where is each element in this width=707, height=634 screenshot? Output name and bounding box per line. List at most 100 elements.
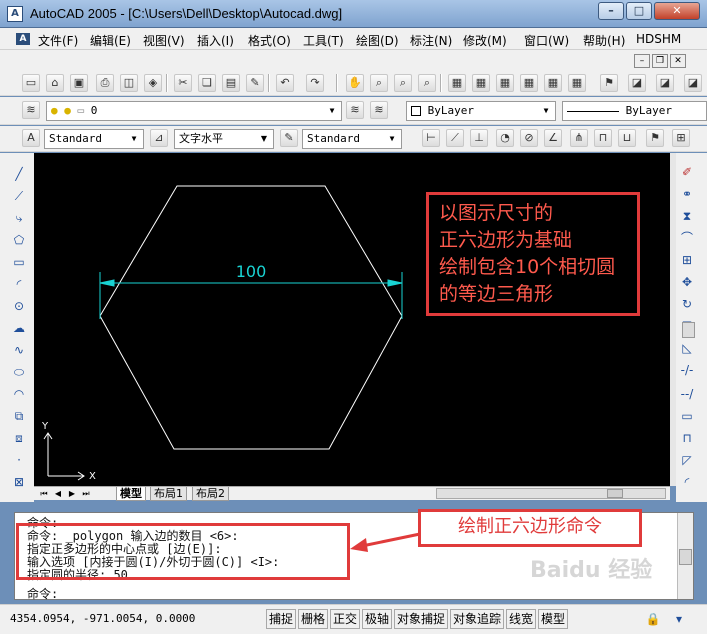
layer-select[interactable]: ● ● ▭ 0 ▼ xyxy=(46,101,342,121)
rotate-icon[interactable]: ↻ xyxy=(678,295,696,313)
trim-icon[interactable]: -/- xyxy=(678,361,696,379)
lock-icon[interactable]: 🔒 xyxy=(644,610,662,628)
diameter-dimension-icon[interactable]: ⊘ xyxy=(520,129,538,147)
menu-tools[interactable]: 工具(T) xyxy=(303,32,344,49)
arc-icon[interactable]: ◜ xyxy=(10,275,28,293)
construction-line-icon[interactable]: ⟋ xyxy=(10,187,28,205)
join-icon[interactable]: ⊓ xyxy=(678,429,696,447)
tab-layout2[interactable]: 布局2 xyxy=(192,487,229,501)
publish-icon[interactable]: ◈ xyxy=(144,74,162,92)
quick-dimension-icon[interactable]: ⋔ xyxy=(570,129,588,147)
rectangle-icon[interactable]: ▭ xyxy=(10,253,28,271)
color-select[interactable]: ByLayer ▼ xyxy=(406,101,556,121)
match-properties-icon[interactable]: ✎ xyxy=(246,74,264,92)
save-icon[interactable]: ▣ xyxy=(70,74,88,92)
document-icon[interactable]: A xyxy=(16,33,30,45)
offset-icon[interactable]: ⌒ xyxy=(678,229,696,247)
otrack-toggle[interactable]: 对象追踪 xyxy=(450,609,505,629)
linear-dimension-icon[interactable]: ⊢ xyxy=(422,129,440,147)
mdi-restore-icon[interactable]: ❐ xyxy=(652,54,668,68)
menu-dimension[interactable]: 标注(N) xyxy=(410,32,452,49)
dim-edit-icon[interactable]: ⊞ xyxy=(672,129,690,147)
text-mode-select[interactable]: 文字水平 ▼ xyxy=(174,129,274,149)
circle-icon[interactable]: ⊙ xyxy=(10,297,28,315)
vertical-scrollbar[interactable] xyxy=(670,153,676,486)
command-prompt[interactable]: 命令: xyxy=(27,585,58,602)
command-scrollbar-thumb[interactable] xyxy=(679,549,692,565)
scrollbar-thumb[interactable] xyxy=(682,322,695,338)
properties-icon[interactable]: ▦ xyxy=(448,74,466,92)
hexagon[interactable] xyxy=(99,185,403,450)
command-scrollbar[interactable] xyxy=(677,513,693,599)
array-icon[interactable]: ⊞ xyxy=(678,251,696,269)
fillet-icon[interactable]: ◜ xyxy=(678,473,696,491)
stretch-icon[interactable]: ◺ xyxy=(678,339,696,357)
mdi-close-icon[interactable]: ✕ xyxy=(670,54,686,68)
next-tab-icon[interactable]: ▶ xyxy=(66,488,78,500)
tolerance-icon[interactable]: ⚑ xyxy=(646,129,664,147)
lineweight-toggle[interactable]: 线宽 xyxy=(506,609,537,629)
calculator-icon[interactable]: ▦ xyxy=(568,74,586,92)
zoom-previous-icon[interactable]: ⌕ xyxy=(418,74,436,92)
line-icon[interactable]: ╱ xyxy=(10,165,28,183)
maximize-button[interactable]: □ xyxy=(626,2,652,20)
cut-icon[interactable]: ✂ xyxy=(174,74,192,92)
chamfer-icon[interactable]: ◸ xyxy=(678,451,696,469)
undo-icon[interactable]: ↶ xyxy=(276,74,294,92)
angular-dimension-icon[interactable]: ∠ xyxy=(544,129,562,147)
menu-view[interactable]: 视图(V) xyxy=(143,32,185,49)
spline-icon[interactable]: ∿ xyxy=(10,341,28,359)
zoom-realtime-icon[interactable]: ⌕ xyxy=(370,74,388,92)
mdi-minimize-icon[interactable]: – xyxy=(634,54,650,68)
hatch-icon[interactable]: ⊠ xyxy=(10,473,28,491)
make-object-layer-current-icon[interactable]: ≋ xyxy=(346,101,364,119)
minimize-button[interactable]: – xyxy=(598,2,624,20)
layer-previous-icon[interactable]: ≋ xyxy=(370,101,388,119)
polar-toggle[interactable]: 极轴 xyxy=(362,609,393,629)
make-block-icon[interactable]: ⧈ xyxy=(10,429,28,447)
dimension-style-icon[interactable]: ⊿ xyxy=(150,129,168,147)
new-icon[interactable]: ▭ xyxy=(22,74,40,92)
menu-window[interactable]: 窗口(W) xyxy=(524,32,569,49)
first-tab-icon[interactable]: ⏮ xyxy=(38,488,50,500)
grid-toggle[interactable]: 栅格 xyxy=(298,609,329,629)
linetype-select[interactable]: ByLayer xyxy=(562,101,707,121)
snap-toggle[interactable]: 捕捉 xyxy=(266,609,297,629)
tab-layout1[interactable]: 布局1 xyxy=(150,487,187,501)
radius-dimension-icon[interactable]: ◔ xyxy=(496,129,514,147)
menu-edit[interactable]: 编辑(E) xyxy=(90,32,131,49)
layer-manager-icon[interactable]: ≋ xyxy=(22,101,40,119)
menu-format[interactable]: 格式(O) xyxy=(248,32,291,49)
tool-palettes-icon[interactable]: ▦ xyxy=(496,74,514,92)
menu-draw[interactable]: 绘图(D) xyxy=(356,32,399,49)
baseline-dimension-icon[interactable]: ⊓ xyxy=(594,129,612,147)
layout-icon-3[interactable]: ◪ xyxy=(684,74,702,92)
horizontal-scrollbar[interactable] xyxy=(436,488,666,499)
menu-insert[interactable]: 插入(I) xyxy=(197,32,234,49)
text-style-icon[interactable]: A xyxy=(22,129,40,147)
menu-help[interactable]: 帮助(H) xyxy=(583,32,625,49)
layout-icon-2[interactable]: ◪ xyxy=(656,74,674,92)
revision-cloud-icon[interactable]: ☁ xyxy=(10,319,28,337)
polyline-icon[interactable]: ⤷ xyxy=(10,209,28,227)
ortho-toggle[interactable]: 正交 xyxy=(330,609,361,629)
horizontal-scrollbar-thumb[interactable] xyxy=(607,489,623,498)
copy-object-icon[interactable]: ⚭ xyxy=(678,185,696,203)
point-icon[interactable]: · xyxy=(10,451,28,469)
insert-block-icon[interactable]: ⧉ xyxy=(10,407,28,425)
tab-model[interactable]: 模型 xyxy=(116,487,146,501)
erase-icon[interactable]: ✐ xyxy=(678,163,696,181)
zoom-window-icon[interactable]: ⌕ xyxy=(394,74,412,92)
preview-icon[interactable]: ◫ xyxy=(120,74,138,92)
continue-dimension-icon[interactable]: ⊔ xyxy=(618,129,636,147)
aligned-dimension-icon[interactable]: ⟋ xyxy=(446,129,464,147)
layout-icon[interactable]: ◪ xyxy=(628,74,646,92)
pan-icon[interactable]: ✋ xyxy=(346,74,364,92)
model-toggle[interactable]: 模型 xyxy=(538,609,569,629)
move-icon[interactable]: ✥ xyxy=(678,273,696,291)
menu-hdshm[interactable]: HDSHM xyxy=(636,32,681,46)
menu-modify[interactable]: 修改(M) xyxy=(463,32,507,49)
print-icon[interactable]: ⎙ xyxy=(96,74,114,92)
menu-file[interactable]: 文件(F) xyxy=(38,32,78,49)
table-style-icon[interactable]: ✎ xyxy=(280,129,298,147)
